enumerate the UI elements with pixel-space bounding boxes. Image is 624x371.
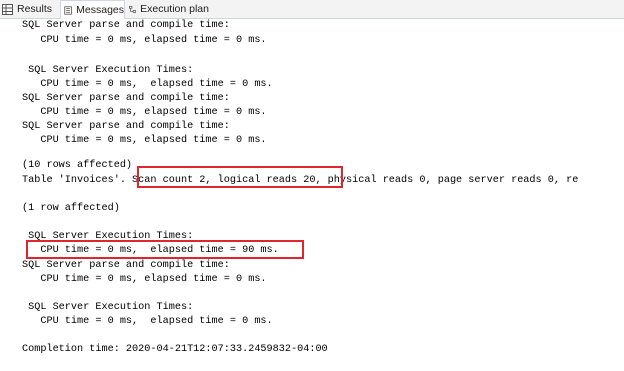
message-line: SQL Server parse and compile time: [22, 260, 230, 271]
message-line: CPU time = 0 ms, elapsed time = 0 ms. [22, 135, 267, 146]
message-line: SQL Server Execution Times: [22, 302, 194, 313]
message-line: SQL Server parse and compile time: [22, 93, 230, 104]
tab-execution-plan-label: Execution plan [140, 3, 209, 15]
message-line: (1 row affected) [22, 203, 120, 214]
cpu-time-highlight [26, 240, 304, 259]
tab-execution-plan[interactable]: Execution plan [129, 0, 209, 18]
message-line: CPU time = 0 ms, elapsed time = 0 ms. [22, 79, 273, 90]
message-line: SQL Server Execution Times: [22, 65, 194, 76]
message-line: CPU time = 0 ms, elapsed time = 0 ms. [22, 274, 267, 285]
message-line: Completion time: 2020-04-21T12:07:33.245… [22, 344, 328, 355]
execution-plan-icon [129, 5, 137, 13]
scan-count-highlight [137, 166, 343, 188]
message-line: CPU time = 0 ms, elapsed time = 0 ms. [22, 316, 273, 327]
message-line: SQL Server parse and compile time: [22, 20, 230, 31]
tab-results[interactable]: Results [2, 0, 54, 18]
messages-icon [64, 5, 72, 15]
message-line: CPU time = 0 ms, elapsed time = 0 ms. [22, 35, 267, 46]
messages-pane[interactable]: SQL Server parse and compile time: CPU t… [22, 19, 624, 371]
message-line: CPU time = 0 ms, elapsed time = 0 ms. [22, 107, 267, 118]
tab-messages[interactable]: Messages [60, 0, 125, 19]
tab-messages-label: Messages [76, 4, 124, 16]
message-line: SQL Server parse and compile time: [22, 121, 230, 132]
results-tab-bar: Results Messages Execution plan [0, 0, 624, 19]
message-line: (10 rows affected) [22, 160, 133, 171]
tab-results-label: Results [17, 3, 53, 15]
results-grid-icon [2, 3, 13, 15]
